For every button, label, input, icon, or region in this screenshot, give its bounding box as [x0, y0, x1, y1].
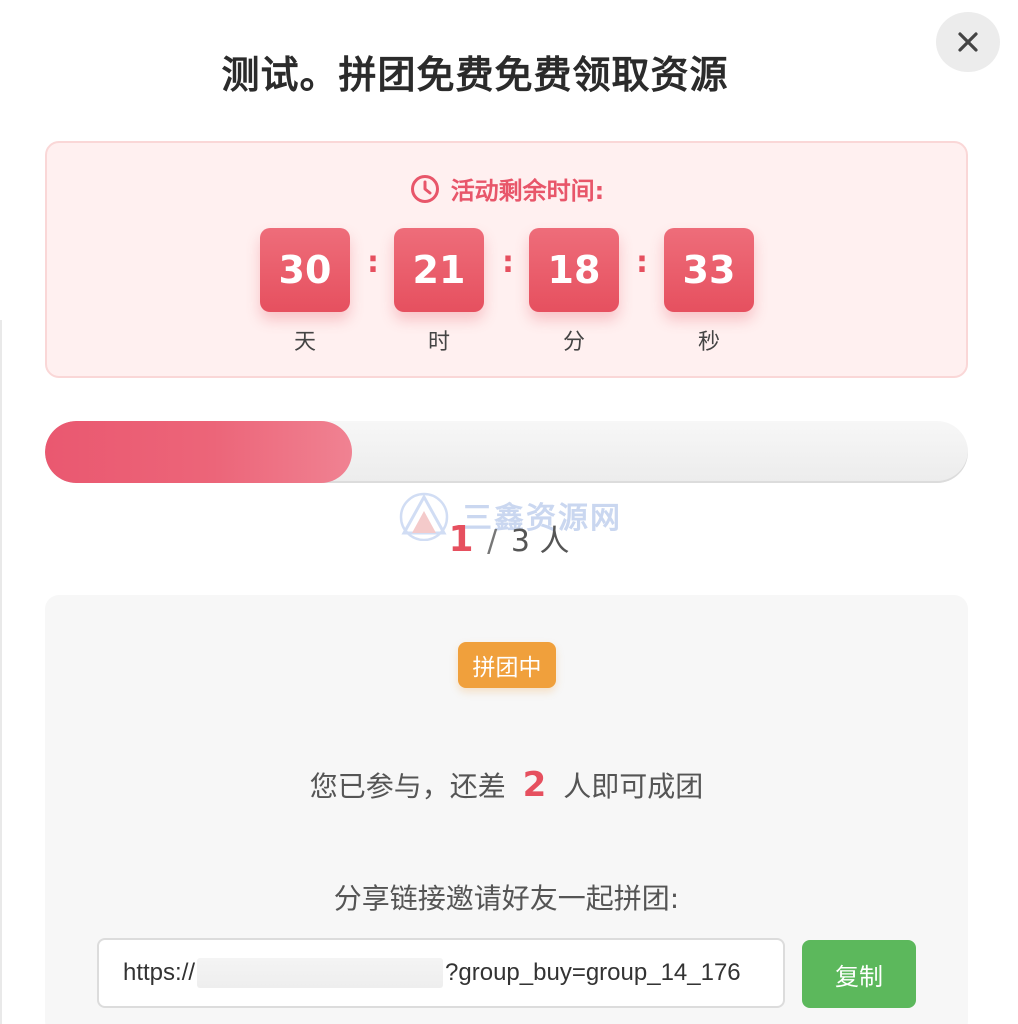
countdown-label: 活动剩余时间: [450, 177, 605, 205]
group-buy-modal: 测试。拼团免费免费领取资源 活动剩余时间: 30 天 : 21 时 : 18 分… [0, 0, 1018, 1024]
participant-count: 1 / 3 人 [0, 516, 1018, 560]
group-progress-fill [45, 421, 353, 483]
countdown-days: 30 天 [260, 228, 350, 356]
joined-message-prefix: 您已参与，还差 [309, 770, 506, 803]
share-label: 分享链接邀请好友一起拼团: [333, 882, 680, 915]
countdown-separator: : [636, 245, 648, 280]
countdown-panel: 活动剩余时间: 30 天 : 21 时 : 18 分 : 33 秒 [45, 141, 968, 378]
group-progress-bar [45, 421, 968, 483]
group-info-panel: 拼团中 您已参与，还差 2 人即可成团 分享链接邀请好友一起拼团: https:… [45, 595, 968, 1024]
share-link-prefix: https:// [123, 959, 196, 986]
countdown-seconds-value: 33 [664, 228, 754, 312]
redacted-link-segment [197, 958, 444, 988]
close-icon [958, 32, 978, 52]
count-slash: / [487, 524, 498, 559]
countdown-seconds-label: 秒 [697, 330, 720, 355]
clock-icon [410, 174, 439, 203]
joined-count: 1 [448, 519, 474, 560]
countdown-minutes-label: 分 [562, 330, 585, 355]
share-link-field[interactable]: https:// ?group_buy=group_14_176 [97, 938, 785, 1008]
joined-message: 您已参与，还差 2 人即可成团 [45, 765, 968, 805]
countdown-days-value: 30 [260, 228, 350, 312]
share-link-suffix: ?group_buy=group_14_176 [445, 959, 741, 986]
left-edge-divider [0, 320, 2, 1024]
countdown-separator: : [502, 245, 514, 280]
copy-button[interactable]: 复制 [802, 940, 916, 1008]
countdown-days-label: 天 [293, 330, 316, 355]
joined-message-suffix: 人即可成团 [563, 770, 704, 803]
page-title: 测试。拼团免费免费领取资源 [221, 53, 729, 97]
remaining-count: 2 [522, 765, 547, 805]
countdown-header: 活动剩余时间: [47, 171, 966, 206]
countdown-hours: 21 时 [394, 228, 484, 356]
status-badge: 拼团中 [458, 642, 556, 688]
countdown-separator: : [367, 245, 379, 280]
count-unit: 人 [539, 524, 570, 559]
countdown-minutes: 18 分 [529, 228, 619, 356]
countdown-hours-value: 21 [394, 228, 484, 312]
countdown-minutes-value: 18 [529, 228, 619, 312]
countdown-seconds: 33 秒 [664, 228, 754, 356]
total-count: 3 [510, 524, 530, 559]
countdown-hours-label: 时 [427, 330, 450, 355]
